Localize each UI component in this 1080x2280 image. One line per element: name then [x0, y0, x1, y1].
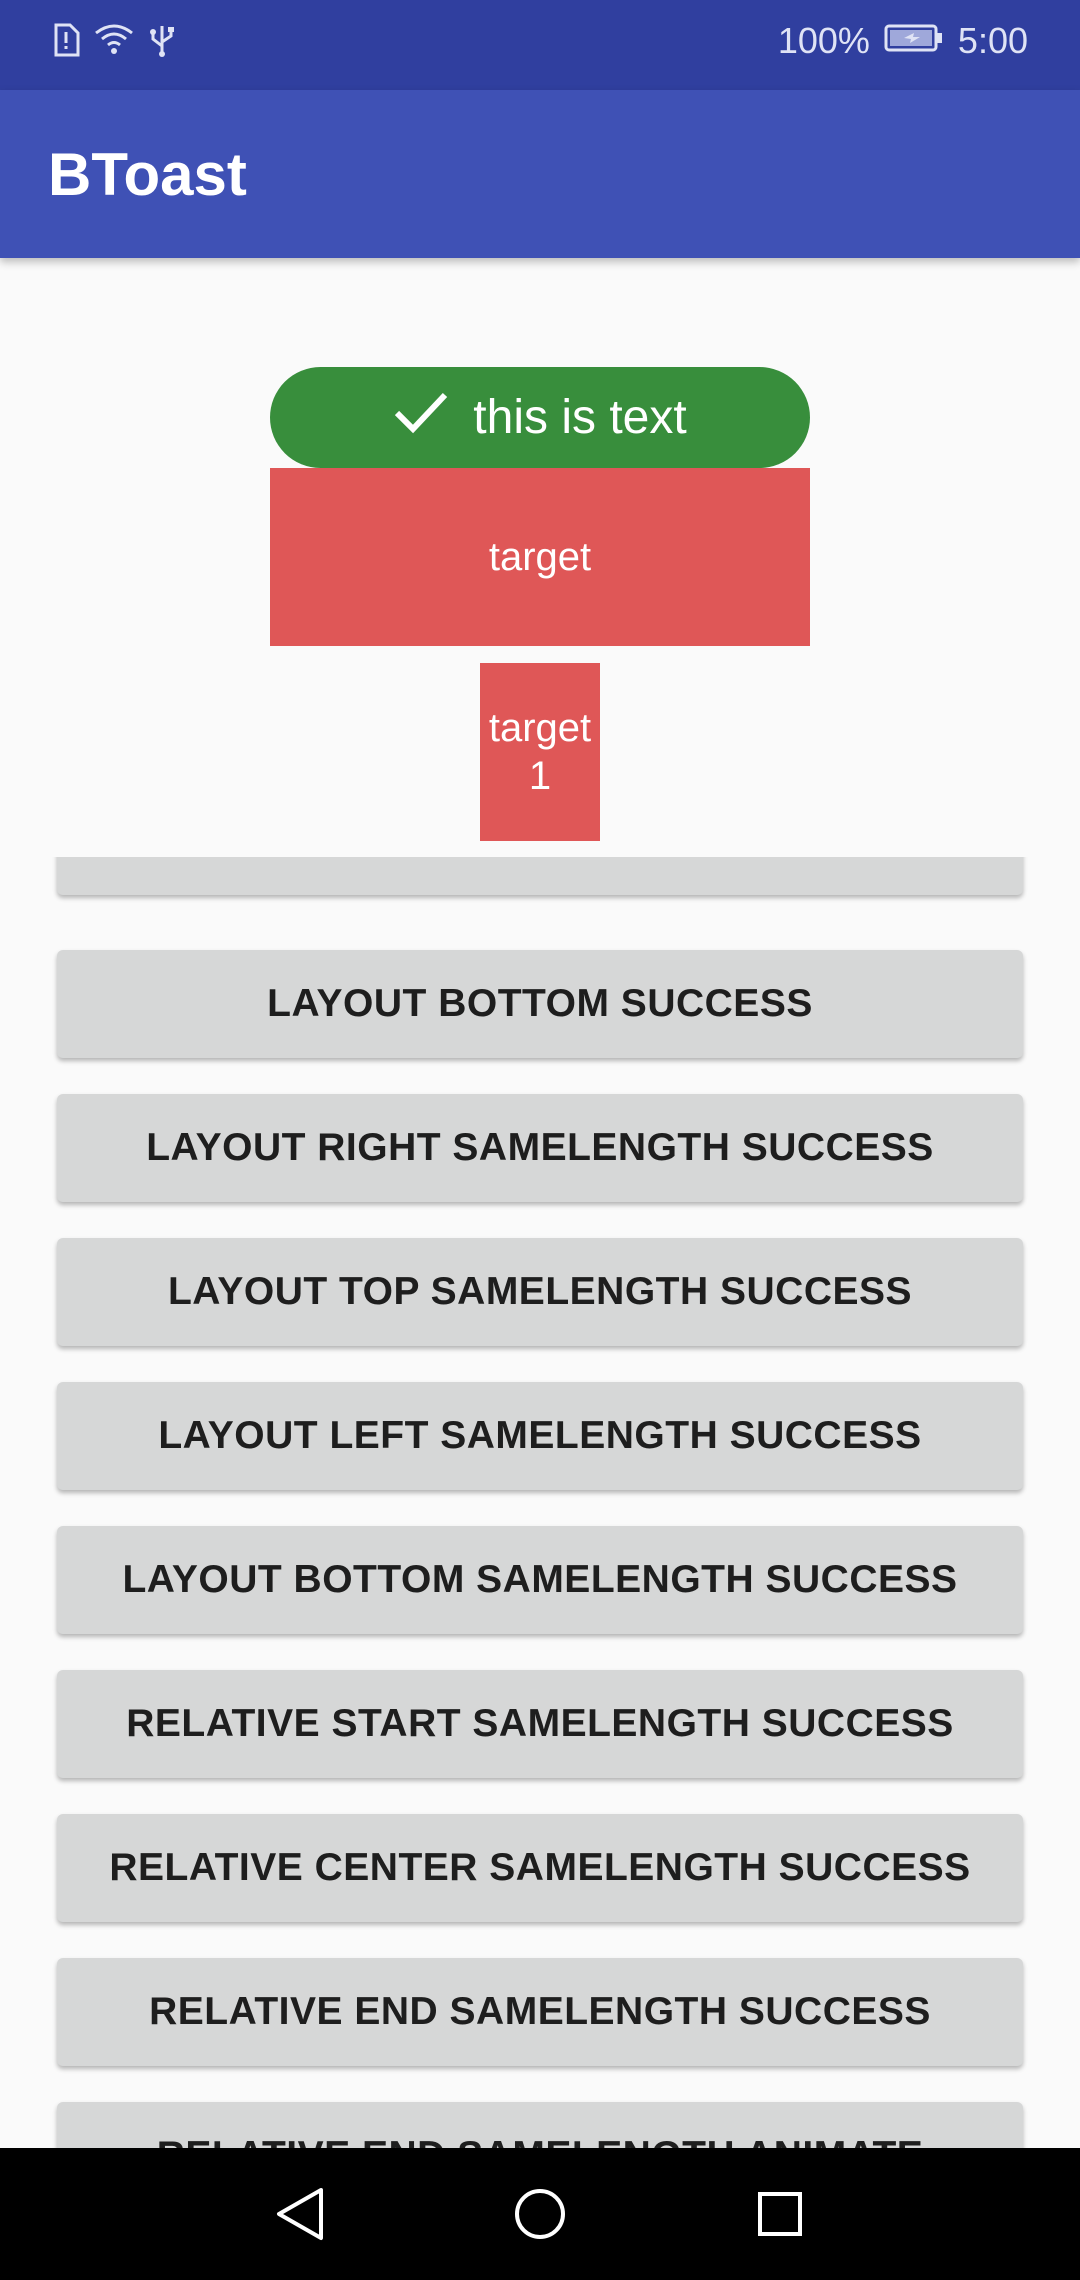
relative-end-samelength-animate-button[interactable]: RELATIVE END SAMELENGTH ANIMATE [57, 2102, 1023, 2148]
target1-label: target 1 [488, 706, 592, 798]
layout-right-samelength-success-button[interactable]: LAYOUT RIGHT SAMELENGTH SUCCESS [57, 1094, 1023, 1202]
layout-left-samelength-success-button[interactable]: LAYOUT LEFT SAMELENGTH SUCCESS [57, 1382, 1023, 1490]
layout-bottom-samelength-success-button[interactable]: LAYOUT BOTTOM SAMELENGTH SUCCESS [57, 1526, 1023, 1634]
status-bar: 100% 5:00 [0, 0, 1080, 90]
layout-bottom-success-button[interactable]: LAYOUT BOTTOM SUCCESS [57, 950, 1023, 1058]
recents-icon[interactable] [756, 2184, 804, 2249]
relative-end-samelength-success-button[interactable]: RELATIVE END SAMELENGTH SUCCESS [57, 1958, 1023, 2066]
battery-charging-icon [884, 20, 944, 62]
navigation-bar [0, 2148, 1080, 2280]
relative-center-samelength-success-button[interactable]: RELATIVE CENTER SAMELENGTH SUCCESS [57, 1814, 1023, 1922]
usb-icon [148, 22, 176, 63]
layout-left-success-button[interactable]: LAYOUT LEFT SUCCESS [57, 857, 1023, 895]
target-box[interactable]: target [270, 468, 810, 646]
battery-percent: 100% [777, 20, 870, 61]
clock: 5:00 [957, 20, 1028, 61]
home-icon[interactable] [512, 2184, 568, 2249]
app-title: BToast [48, 141, 247, 208]
sim-alert-icon [52, 23, 80, 62]
app-bar: BToast [0, 90, 1080, 258]
target-label: target [488, 534, 592, 579]
toast-text: this is text [473, 391, 687, 444]
target1-box[interactable]: target 1 [480, 663, 600, 841]
back-icon[interactable] [273, 2184, 327, 2249]
toast: this is text [270, 367, 810, 468]
wifi-icon [94, 23, 134, 62]
layout-top-samelength-success-button[interactable]: LAYOUT TOP SAMELENGTH SUCCESS [57, 1238, 1023, 1346]
button-list[interactable]: LAYOUT LEFT SUCCESS LAYOUT BOTTOM SUCCES… [0, 857, 1080, 2148]
checkmark-icon [393, 389, 449, 447]
relative-start-samelength-success-button[interactable]: RELATIVE START SAMELENGTH SUCCESS [57, 1670, 1023, 1778]
